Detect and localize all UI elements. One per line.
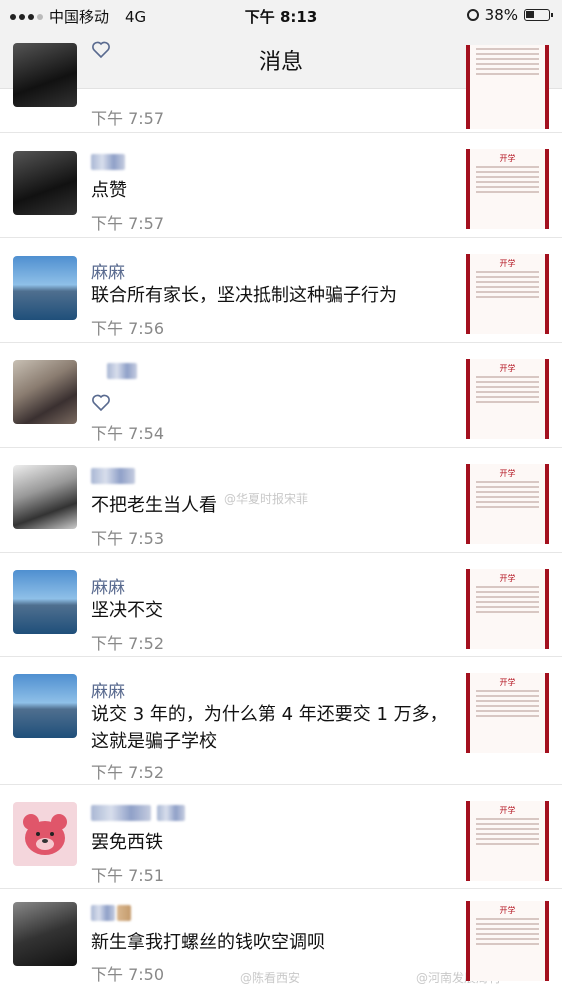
comment-text: 新生拿我打螺丝的钱吹空调呗 (91, 932, 325, 953)
post-thumbnail[interactable]: 开学 (466, 464, 549, 544)
comment-text: 联合所有家长，坚决抵制这种骗子行为 (91, 285, 397, 306)
post-thumbnail[interactable]: 开学 (466, 801, 549, 881)
post-thumbnail[interactable]: 开学 (466, 359, 549, 439)
comment-text: 坚决不交 (91, 600, 163, 621)
user-name (91, 154, 125, 175)
avatar (13, 570, 77, 634)
message-time: 下午 7:53 (91, 529, 165, 548)
comment-text: 说交 3 年的，为什么第 4 年还要交 1 万多， (91, 704, 448, 725)
avatar (13, 902, 77, 966)
message-time: 下午 7:57 (91, 214, 165, 233)
avatar (13, 151, 77, 215)
post-thumbnail[interactable]: 开学 (466, 673, 549, 753)
watermark: @陈看西安 (240, 971, 301, 985)
battery-percent: 38% (484, 6, 518, 24)
user-name: 麻麻 (91, 263, 125, 283)
message-time: 下午 7:51 (91, 866, 165, 885)
watermark: @华夏时报宋菲 (224, 492, 309, 506)
user-name: 麻麻 (91, 578, 125, 598)
rotation-lock-icon (466, 9, 479, 21)
post-thumbnail[interactable]: 开学 (466, 254, 549, 334)
status-bar: 中国移动 4G 下午 8:13 38% (0, 0, 562, 30)
heart-icon (92, 394, 110, 412)
comment-text-line2: 这就是骗子学校 (91, 731, 217, 752)
list-item[interactable]: 下午 7:57 (0, 41, 562, 133)
bear-icon (23, 814, 67, 855)
message-time: 下午 7:52 (91, 634, 165, 653)
message-time: 下午 7:56 (91, 319, 165, 338)
list-item[interactable]: 新生拿我打螺丝的钱吹空调呗 下午 7:50 @陈看西安 @河南发展周刊 开学 (0, 889, 562, 1000)
post-thumbnail[interactable]: 开学 (466, 901, 549, 981)
battery-icon (524, 9, 553, 21)
comment-text: 不把老生当人看 (91, 495, 217, 516)
user-name (91, 363, 137, 384)
user-name (91, 468, 135, 489)
avatar (13, 465, 77, 529)
message-time: 下午 7:54 (91, 424, 165, 443)
message-time: 下午 7:57 (91, 109, 165, 128)
list-item[interactable]: 不把老生当人看 下午 7:53 @华夏时报宋菲 开学 (0, 448, 562, 553)
message-time: 下午 7:50 (91, 965, 165, 984)
avatar (13, 43, 77, 107)
avatar (13, 674, 77, 738)
user-name (91, 905, 131, 926)
avatar (13, 256, 77, 320)
message-time: 下午 7:52 (91, 763, 165, 782)
list-item[interactable]: 麻麻 联合所有家长，坚决抵制这种骗子行为 下午 7:56 开学 (0, 238, 562, 343)
user-name (91, 805, 185, 826)
heart-icon (92, 41, 110, 59)
user-name: 麻麻 (91, 682, 125, 702)
list-item[interactable]: 下午 7:54 开学 (0, 343, 562, 448)
avatar (13, 360, 77, 424)
list-item[interactable]: 点赞 下午 7:57 开学 (0, 134, 562, 238)
post-thumbnail[interactable]: 开学 (466, 149, 549, 229)
comment-text: 罢免西铁 (91, 832, 163, 853)
avatar (13, 802, 77, 866)
comment-text: 点赞 (91, 180, 127, 201)
list-item[interactable]: 麻麻 说交 3 年的，为什么第 4 年还要交 1 万多， 这就是骗子学校 下午 … (0, 657, 562, 785)
list-item[interactable]: 麻麻 坚决不交 下午 7:52 开学 (0, 553, 562, 657)
post-thumbnail[interactable] (466, 45, 549, 129)
post-thumbnail[interactable]: 开学 (466, 569, 549, 649)
list-item[interactable]: 罢免西铁 下午 7:51 开学 (0, 785, 562, 889)
